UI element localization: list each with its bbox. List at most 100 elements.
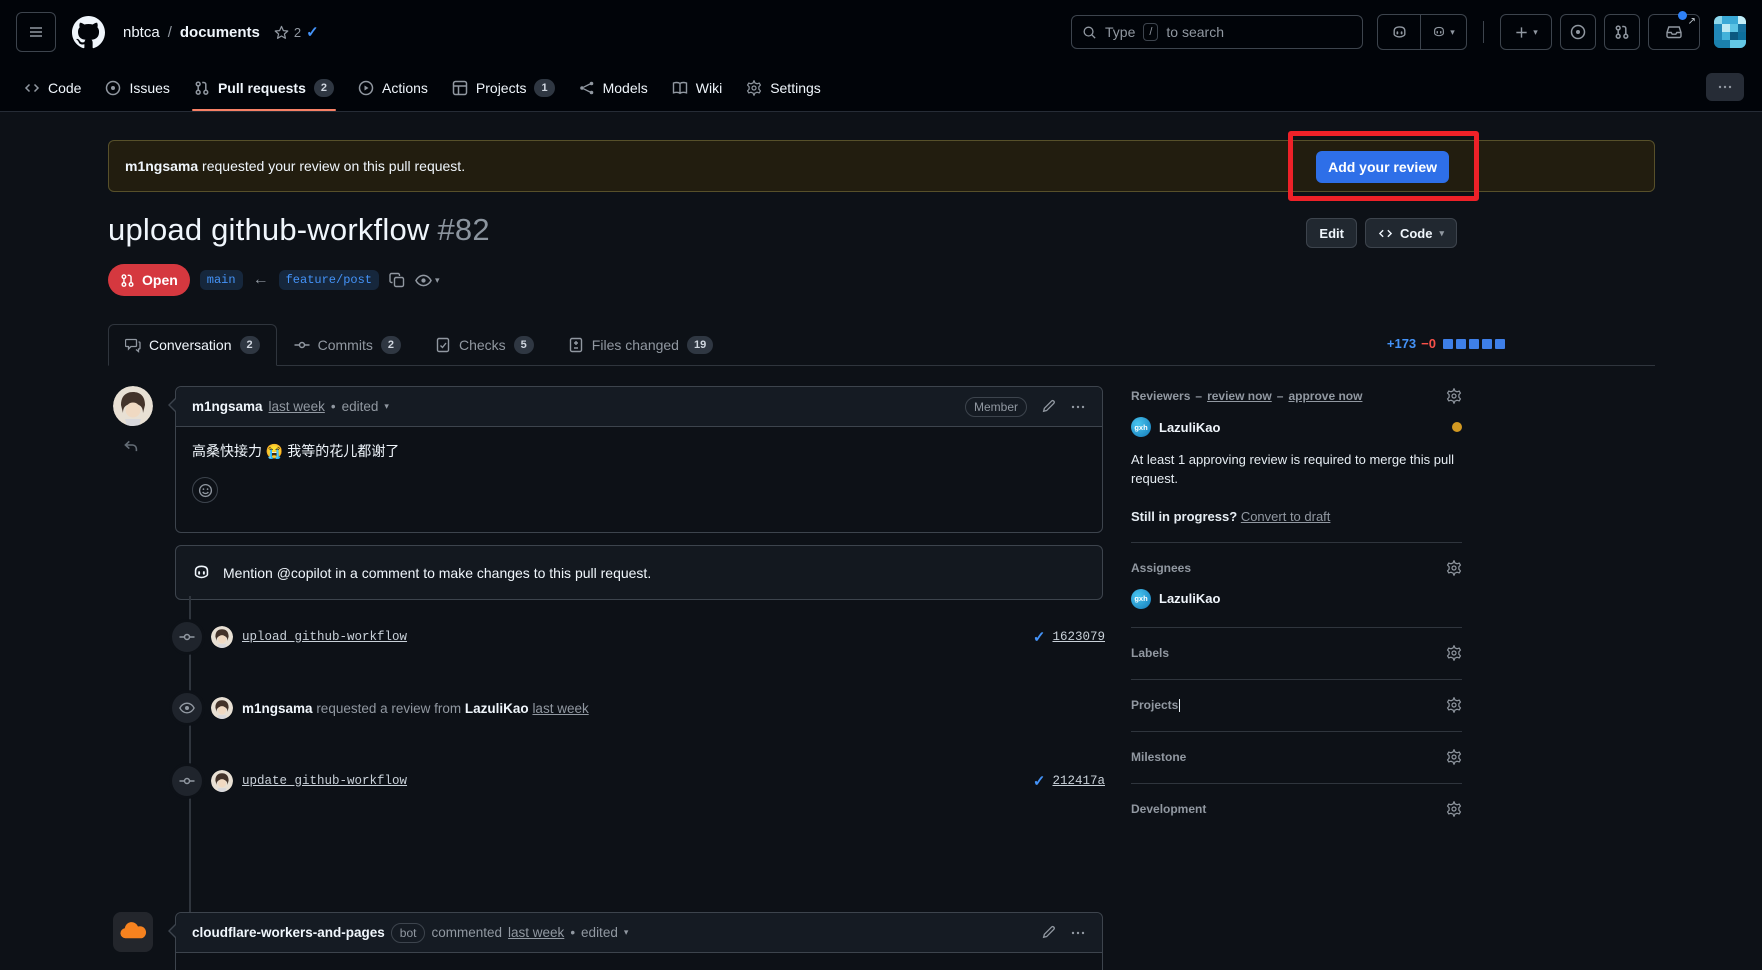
tab-actions[interactable]: Actions xyxy=(350,64,436,111)
reply-icon[interactable] xyxy=(122,438,140,456)
commit-message-link[interactable]: upload github-workflow xyxy=(242,630,407,644)
actor-avatar[interactable] xyxy=(211,697,233,719)
table-icon xyxy=(452,80,468,96)
tab-wiki[interactable]: Wiki xyxy=(664,64,730,111)
approve-now-link[interactable]: approve now xyxy=(1288,389,1362,403)
tab-settings[interactable]: Settings xyxy=(738,64,829,111)
assignees-title: Assignees xyxy=(1131,561,1191,575)
copilot-menu-button[interactable]: ▾ xyxy=(1421,14,1467,50)
bot-timestamp[interactable]: last week xyxy=(508,925,564,940)
milestone-section: Milestone xyxy=(1131,731,1462,783)
assignees-section: Assignees gxh LazuliKao xyxy=(1131,542,1462,627)
timeline-commit: upload github-workflow ✓ 1623079 xyxy=(172,623,1105,651)
committer-avatar[interactable] xyxy=(211,770,233,792)
code-dropdown-button[interactable]: Code ▾ xyxy=(1365,218,1457,248)
bot-avatar[interactable] xyxy=(113,912,153,952)
commit-message-link[interactable]: update github-workflow xyxy=(242,774,407,788)
search-placeholder-prefix: Type xyxy=(1105,24,1135,40)
tab-issues[interactable]: Issues xyxy=(97,64,177,111)
review-request-timestamp[interactable]: last week xyxy=(532,701,588,716)
add-your-review-button[interactable]: Add your review xyxy=(1316,151,1449,183)
comment-options-icon[interactable] xyxy=(1070,925,1086,941)
labels-title: Labels xyxy=(1131,646,1169,660)
tab-projects[interactable]: Projects1 xyxy=(444,64,563,111)
copy-branch-icon[interactable] xyxy=(389,272,405,288)
reviewer-row[interactable]: gxh LazuliKao xyxy=(1131,417,1462,437)
github-logo[interactable] xyxy=(72,16,105,49)
hamburger-menu-button[interactable] xyxy=(16,12,56,52)
review-request-action: requested a review from xyxy=(316,701,461,716)
tab-conversation[interactable]: Conversation2 xyxy=(108,324,277,366)
watch-dropdown[interactable]: ▾ xyxy=(415,272,440,289)
copilot-button[interactable] xyxy=(1377,14,1421,50)
create-new-button[interactable]: ▾ xyxy=(1500,14,1552,50)
gear-icon[interactable] xyxy=(1446,801,1462,817)
reviewer-name[interactable]: LazuliKao xyxy=(1159,420,1220,435)
projects-title: Projects xyxy=(1131,698,1178,712)
banner-actor[interactable]: m1ngsama xyxy=(125,158,198,174)
comment-author-avatar[interactable] xyxy=(113,386,153,426)
search-input[interactable]: Type / to search xyxy=(1071,15,1363,49)
edited-history-dropdown[interactable]: ▾ xyxy=(624,927,629,938)
deletions-count: −0 xyxy=(1421,336,1436,351)
commit-sha-link[interactable]: 1623079 xyxy=(1052,630,1105,644)
committer-avatar[interactable] xyxy=(211,626,233,648)
check-icon[interactable]: ✓ xyxy=(1033,628,1046,646)
assignee-row[interactable]: gxh LazuliKao xyxy=(1131,589,1462,609)
edited-label: edited xyxy=(581,925,618,940)
issues-dashboard-button[interactable] xyxy=(1560,14,1596,50)
base-branch-label[interactable]: main xyxy=(200,270,243,290)
gear-icon[interactable] xyxy=(1446,560,1462,576)
gear-icon[interactable] xyxy=(1446,388,1462,404)
tab-commits[interactable]: Commits2 xyxy=(277,324,418,365)
edit-comment-icon[interactable] xyxy=(1041,399,1056,414)
nav-overflow-button[interactable] xyxy=(1706,73,1744,101)
review-request-actor[interactable]: m1ngsama xyxy=(242,701,313,716)
code-icon xyxy=(24,80,40,96)
dot-separator: • xyxy=(331,399,336,414)
checklist-icon xyxy=(435,337,451,353)
review-now-link[interactable]: review now xyxy=(1207,389,1272,403)
unread-notification-dot xyxy=(1678,11,1687,20)
bot-comment-author[interactable]: cloudflare-workers-and-pages xyxy=(192,925,385,940)
gear-icon[interactable] xyxy=(1446,749,1462,765)
dash: – xyxy=(1277,389,1284,403)
star-icon[interactable] xyxy=(274,25,289,40)
milestone-title: Milestone xyxy=(1131,750,1186,764)
pull-requests-dashboard-button[interactable] xyxy=(1604,14,1640,50)
tab-pull-requests[interactable]: Pull requests2 xyxy=(186,64,342,111)
comment-body: 高桑快接力 😭 我等的花儿都谢了 xyxy=(176,427,1102,517)
convert-to-draft-link[interactable]: Convert to draft xyxy=(1241,509,1331,524)
user-avatar[interactable] xyxy=(1714,16,1746,48)
status-check-icon[interactable]: ✓ xyxy=(306,23,319,41)
breadcrumb-org[interactable]: nbtca xyxy=(123,24,160,41)
commit-sha-link[interactable]: 212417a xyxy=(1052,774,1105,788)
member-badge: Member xyxy=(965,397,1027,417)
head-branch-label[interactable]: feature/post xyxy=(279,270,379,290)
comment-options-icon[interactable] xyxy=(1070,399,1086,415)
assignee-name[interactable]: LazuliKao xyxy=(1159,591,1220,606)
review-request-reviewer[interactable]: LazuliKao xyxy=(465,701,529,716)
gear-icon xyxy=(746,80,762,96)
tab-files-changed[interactable]: Files changed19 xyxy=(551,324,730,365)
tab-code[interactable]: Code xyxy=(16,64,89,111)
projects-count: 1 xyxy=(534,79,554,97)
comment-author[interactable]: m1ngsama xyxy=(192,399,263,414)
breadcrumb: nbtca / documents xyxy=(123,24,260,41)
pr-title: upload github-workflow#82 xyxy=(108,212,490,248)
gear-icon[interactable] xyxy=(1446,697,1462,713)
comment-timestamp[interactable]: last week xyxy=(269,399,325,414)
edited-history-dropdown[interactable]: ▾ xyxy=(384,401,389,412)
gear-icon[interactable] xyxy=(1446,645,1462,661)
edit-comment-icon[interactable] xyxy=(1041,925,1056,940)
add-reaction-button[interactable] xyxy=(192,477,218,503)
check-icon[interactable]: ✓ xyxy=(1033,772,1046,790)
pull-request-icon xyxy=(194,80,210,96)
reviewers-section: Reviewers – review now – approve now gxh… xyxy=(1131,380,1462,542)
inbox-button[interactable]: ↗ xyxy=(1648,14,1700,50)
tab-models[interactable]: Models xyxy=(571,64,656,111)
breadcrumb-repo[interactable]: documents xyxy=(180,24,260,41)
tab-checks[interactable]: Checks5 xyxy=(418,324,551,365)
edit-button[interactable]: Edit xyxy=(1306,218,1357,248)
bot-action: commented xyxy=(431,925,502,940)
